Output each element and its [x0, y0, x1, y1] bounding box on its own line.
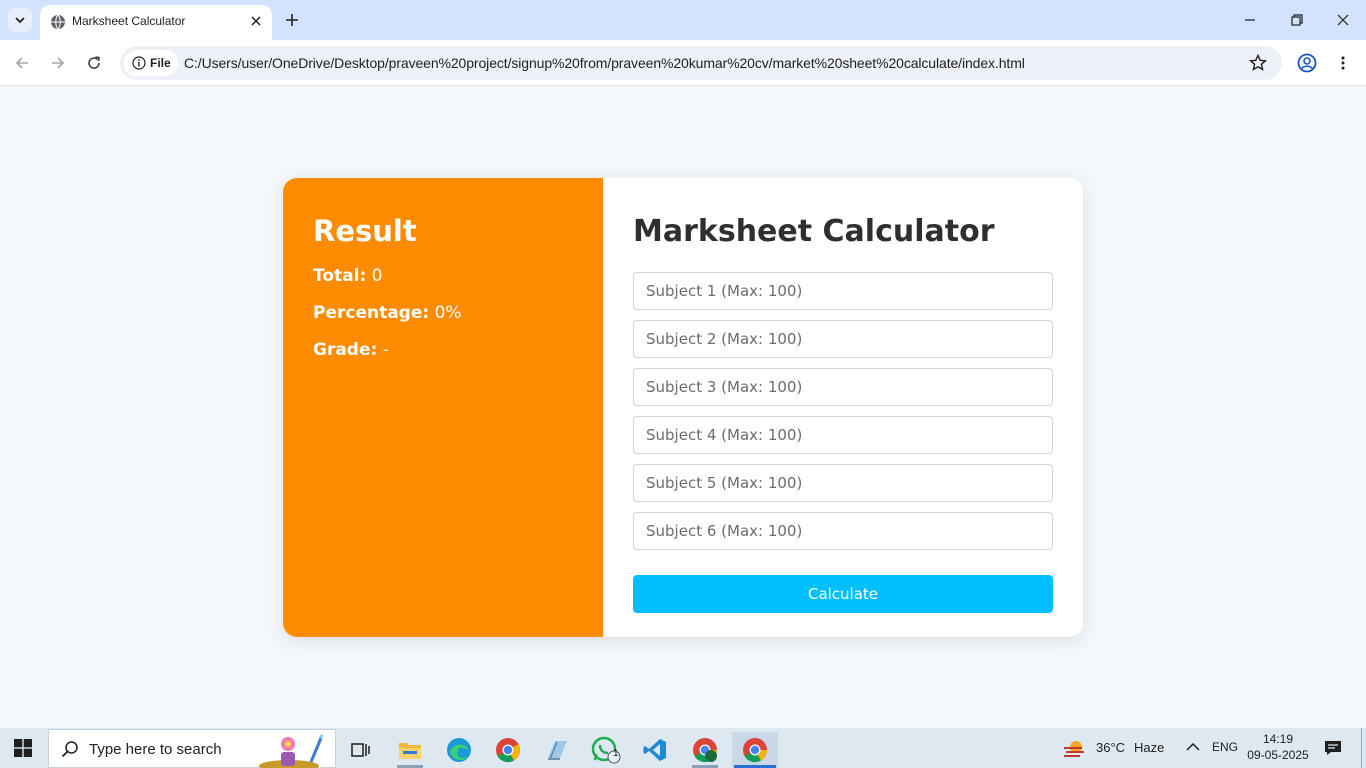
- total-row: Total: 0: [313, 266, 573, 288]
- chrome-active-app[interactable]: [732, 732, 778, 768]
- arrow-left-icon: [15, 57, 28, 69]
- whatsapp-app[interactable]: 1: [585, 732, 627, 768]
- reload-icon: [88, 56, 100, 69]
- close-icon: [1337, 14, 1349, 26]
- chrome-icon: [743, 738, 768, 763]
- chevron-up-icon[interactable]: [1186, 741, 1200, 753]
- tab-close-button[interactable]: [248, 13, 264, 29]
- menu-button[interactable]: [1331, 51, 1355, 75]
- star-icon: [1249, 54, 1267, 71]
- reload-button[interactable]: [82, 51, 106, 75]
- browser-tab-bar: Marksheet Calculator: [0, 0, 1366, 40]
- notification-icon[interactable]: [1324, 739, 1342, 757]
- result-panel: Result Total: 0 Percentage: 0% Grade: -: [283, 178, 603, 637]
- search-icon: [61, 741, 78, 758]
- new-tab-button[interactable]: [282, 10, 302, 30]
- temperature: 36°C: [1096, 740, 1126, 755]
- chrome-icon: [496, 738, 521, 763]
- chrome-icon: [693, 738, 718, 763]
- minimize-icon: [1245, 19, 1255, 21]
- language-indicator[interactable]: ENG: [1212, 740, 1238, 754]
- restore-button[interactable]: [1285, 8, 1309, 32]
- marksheet-card: Result Total: 0 Percentage: 0% Grade: - …: [283, 178, 1083, 637]
- notepad-icon: [548, 741, 567, 760]
- arrow-right-icon: [52, 57, 65, 69]
- more-vertical-icon: [1341, 56, 1345, 70]
- total-value: 0: [371, 266, 383, 286]
- site-chip-label: File: [150, 56, 171, 70]
- edge-app[interactable]: [438, 732, 480, 768]
- search-placeholder: Type here to search: [89, 741, 222, 758]
- folder-icon: [399, 743, 421, 759]
- result-heading: Result: [313, 214, 417, 248]
- profile-icon: [1297, 53, 1317, 73]
- tab-search-button[interactable]: [8, 8, 32, 32]
- bookmark-button[interactable]: [1248, 53, 1268, 73]
- weather-haze-icon[interactable]: [1062, 738, 1086, 760]
- close-icon: [251, 16, 261, 26]
- tab-title: Marksheet Calculator: [72, 14, 186, 28]
- vscode-app[interactable]: [634, 732, 676, 768]
- taskbar-search[interactable]: Type here to search: [48, 729, 336, 768]
- minimize-button[interactable]: [1238, 8, 1262, 32]
- browser-toolbar: File C:/Users/user/OneDrive/Desktop/prav…: [0, 40, 1366, 86]
- task-view-button[interactable]: [339, 732, 381, 768]
- percentage-value: 0%: [434, 303, 462, 323]
- chrome-profile-app[interactable]: [684, 732, 726, 768]
- info-icon: [132, 56, 146, 70]
- close-window-button[interactable]: [1331, 8, 1355, 32]
- windows-start-icon[interactable]: [14, 739, 32, 757]
- subject-6-input[interactable]: [633, 512, 1053, 550]
- weather-condition: Haze: [1134, 740, 1165, 755]
- form-panel: Marksheet Calculator Calculate: [603, 178, 1083, 637]
- subject-4-input[interactable]: [633, 416, 1053, 454]
- address-bar[interactable]: File C:/Users/user/OneDrive/Desktop/prav…: [120, 46, 1282, 80]
- back-button[interactable]: [10, 51, 34, 75]
- clock-time: 14:19: [1262, 732, 1294, 746]
- browser-tab[interactable]: Marksheet Calculator: [40, 5, 272, 40]
- subject-5-input[interactable]: [633, 464, 1053, 502]
- percentage-label: Percentage:: [313, 303, 430, 323]
- total-label: Total:: [313, 266, 367, 286]
- grade-label: Grade:: [313, 340, 378, 360]
- notes-app[interactable]: [536, 732, 578, 768]
- globe-icon: [51, 14, 65, 30]
- edge-icon: [447, 738, 471, 762]
- page-title: Marksheet Calculator: [633, 214, 995, 249]
- forward-button[interactable]: [46, 51, 70, 75]
- file-explorer-app[interactable]: [389, 732, 431, 768]
- grade-value: -: [382, 340, 389, 360]
- restore-icon: [1291, 14, 1303, 26]
- percentage-row: Percentage: 0%: [313, 303, 573, 325]
- profile-button[interactable]: [1295, 51, 1319, 75]
- chrome-app[interactable]: [487, 732, 529, 768]
- system-clock[interactable]: 14:19 09-05-2025: [1244, 731, 1312, 763]
- clock-date: 09-05-2025: [1247, 748, 1309, 762]
- chevron-down-icon: [15, 17, 25, 24]
- subject-2-input[interactable]: [633, 320, 1053, 358]
- flower-pot-icon: [259, 734, 323, 768]
- whatsapp-badge: 1: [613, 748, 619, 759]
- site-info-chip[interactable]: File: [124, 50, 178, 76]
- subject-3-input[interactable]: [633, 368, 1053, 406]
- task-view-icon: [351, 743, 370, 757]
- windows-taskbar: Type here to search 1 36°C Haze ENG 14:1…: [0, 728, 1366, 768]
- calculate-button[interactable]: Calculate: [633, 575, 1053, 613]
- plus-icon: [286, 14, 298, 26]
- vscode-icon: [643, 739, 666, 761]
- url-text[interactable]: C:/Users/user/OneDrive/Desktop/praveen%2…: [184, 55, 1025, 71]
- grade-row: Grade: -: [313, 340, 573, 362]
- show-desktop-button[interactable]: [1361, 728, 1366, 768]
- subject-1-input[interactable]: [633, 272, 1053, 310]
